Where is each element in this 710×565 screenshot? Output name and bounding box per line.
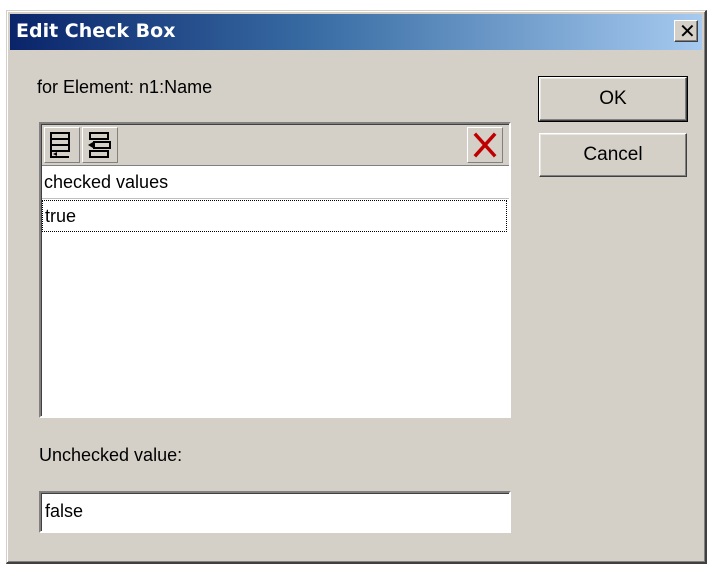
append-row-icon <box>50 132 70 158</box>
edit-check-box-dialog: Edit Check Box ✕ for Element: n1:Name OK… <box>6 10 707 564</box>
title-bar[interactable]: Edit Check Box ✕ <box>10 14 702 50</box>
delete-row-button[interactable] <box>467 127 503 163</box>
list-item[interactable]: true <box>42 200 507 232</box>
delete-row-icon <box>473 132 497 158</box>
cancel-button[interactable]: Cancel <box>539 133 687 177</box>
unchecked-value-input[interactable]: false <box>39 491 511 533</box>
checked-values-list[interactable]: checked values true <box>39 122 511 418</box>
close-icon: ✕ <box>679 19 696 43</box>
list-toolbar <box>42 125 509 166</box>
unchecked-value-label: Unchecked value: <box>39 445 183 465</box>
ok-button[interactable]: OK <box>538 76 688 122</box>
close-button[interactable]: ✕ <box>674 20 698 42</box>
append-row-button[interactable] <box>44 127 80 163</box>
for-element-label: for Element: n1:Name <box>37 77 213 97</box>
dialog-title: Edit Check Box <box>16 20 176 42</box>
list-header: checked values <box>42 166 509 199</box>
insert-row-button[interactable] <box>82 127 118 163</box>
insert-row-icon <box>88 132 111 158</box>
